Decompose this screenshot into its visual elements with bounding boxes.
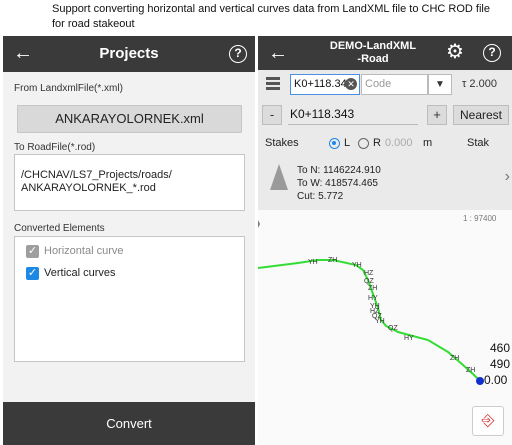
help-icon[interactable]: ? xyxy=(483,44,501,62)
unit-label: m xyxy=(423,137,433,149)
side-right-radio[interactable] xyxy=(358,138,369,149)
stakes-row: Stakes L R 0.000 m Stak xyxy=(258,130,512,156)
to-path-line1: /CHCNAV/LS7_Projects/roads/ xyxy=(21,169,172,181)
plus-button[interactable]: + xyxy=(427,105,447,125)
curve-point-label: YH xyxy=(352,262,362,269)
curve-point-label: ZH xyxy=(328,257,337,264)
edge-number-2: 490 xyxy=(490,357,510,371)
side-right-label: R xyxy=(373,137,381,149)
station-field[interactable]: K0+118.343 ✕ xyxy=(290,74,360,95)
curve-point-label: ZH xyxy=(450,355,459,362)
elements-label: Converted Elements xyxy=(14,223,105,234)
offset-input[interactable]: 0.000 xyxy=(385,137,413,149)
road-stakeout-screen: ← DEMO-LandXML -Road ⚙ ? K0+118.343 ✕ Co… xyxy=(258,36,512,445)
gear-icon[interactable]: ⚙ xyxy=(446,40,464,64)
to-north: To N: 1146224.910 xyxy=(297,165,381,176)
curve-point-label: QZ xyxy=(364,278,374,285)
page-title: Projects xyxy=(99,45,159,62)
road-title-line2: -Road xyxy=(357,53,389,65)
collapse-handle-icon[interactable] xyxy=(258,216,260,232)
station-stepper: - K0+118.343 + Nearest xyxy=(258,100,512,130)
stakes-dropdown[interactable]: Stakes xyxy=(265,137,299,149)
map-view[interactable]: 1 : 97400 YH ZH YH HZ QZ ZH HY YH HZ QZ YH QZ HY ZH ZH… xyxy=(258,210,512,445)
stake-point-button[interactable]: ⎆ xyxy=(472,406,504,436)
arrow-left-icon[interactable]: ← xyxy=(268,41,288,65)
curve-point-label: QZ xyxy=(388,325,398,332)
to-path-line2: ANKARAYOLORNEK_*.rod xyxy=(21,182,156,194)
horizontal-curve-checkbox[interactable]: ✓ xyxy=(26,245,39,258)
antenna-height-value: 2.000 xyxy=(469,78,497,90)
chevron-down-icon[interactable]: ▼ xyxy=(428,74,452,95)
curve-point-label: YH xyxy=(308,259,318,266)
current-position-marker xyxy=(476,377,484,385)
to-path-field[interactable]: /CHCNAV/LS7_Projects/roads/ ANKARAYOLORN… xyxy=(14,154,245,211)
side-left-radio[interactable] xyxy=(329,138,340,149)
list-icon[interactable] xyxy=(266,77,280,91)
stakeout-info: To N: 1146224.910 To W: 418574.465 Cut: … xyxy=(258,156,512,210)
station-value: K0+118.343 xyxy=(294,78,353,90)
curve-point-label: ZH xyxy=(466,367,475,374)
road-title-line1: DEMO-LandXML xyxy=(329,40,417,52)
from-file-button[interactable]: ANKARAYOLORNEK.xml xyxy=(17,105,242,133)
side-left-label: L xyxy=(344,137,351,149)
curve-point-label: HZ xyxy=(364,270,374,277)
cut-value: Cut: 5.772 xyxy=(297,191,344,202)
stakeout-values: To N: 1146224.910 To W: 418574.465 Cut: … xyxy=(297,164,381,203)
nearest-button[interactable]: Nearest xyxy=(453,105,509,125)
to-label: To RoadFile(*.rod) xyxy=(14,142,96,153)
curve-point-label: ZH xyxy=(368,285,377,292)
curve-point-label: HY xyxy=(368,295,378,302)
minus-button[interactable]: - xyxy=(262,105,282,125)
curve-point-label: YH xyxy=(375,318,385,325)
station-toolbar: K0+118.343 ✕ Code ▼ τ 2.000 xyxy=(258,70,512,100)
help-icon[interactable]: ? xyxy=(229,45,247,63)
road-header: ← DEMO-LandXML -Road ⚙ ? xyxy=(258,36,512,70)
vertical-curves-checkbox[interactable]: ✓ xyxy=(26,267,39,280)
projects-screen: ← Projects ? From LandxmlFile(*.xml) ANK… xyxy=(3,36,255,445)
curve-point-label: HY xyxy=(404,335,414,342)
road-title: DEMO-LandXML -Road xyxy=(298,40,448,66)
edge-number-3: 0.00 xyxy=(484,373,508,387)
caption: Support converting horizontal and vertic… xyxy=(52,3,490,30)
vertical-curves-label: Vertical curves xyxy=(44,267,116,279)
to-west: To W: 418574.465 xyxy=(297,178,378,189)
code-field[interactable]: Code xyxy=(361,74,428,95)
horizontal-curve-label: Horizontal curve xyxy=(44,245,124,257)
clear-icon[interactable]: ✕ xyxy=(345,78,357,90)
direction-arrow-icon xyxy=(270,164,288,190)
stake-dropdown[interactable]: Stak xyxy=(467,137,489,149)
convert-button[interactable]: Convert xyxy=(3,402,255,445)
antenna-height[interactable]: τ 2.000 xyxy=(462,78,497,90)
converted-elements-list: ✓ Horizontal curve ✓ Vertical curves xyxy=(14,236,245,362)
projects-header: ← Projects ? xyxy=(3,36,255,72)
edge-number-1: 460 xyxy=(490,341,510,355)
station-input[interactable]: K0+118.343 xyxy=(288,105,418,125)
chevron-right-icon[interactable]: › xyxy=(505,168,510,186)
antenna-icon: τ xyxy=(462,78,467,90)
from-label: From LandxmlFile(*.xml) xyxy=(14,83,123,94)
